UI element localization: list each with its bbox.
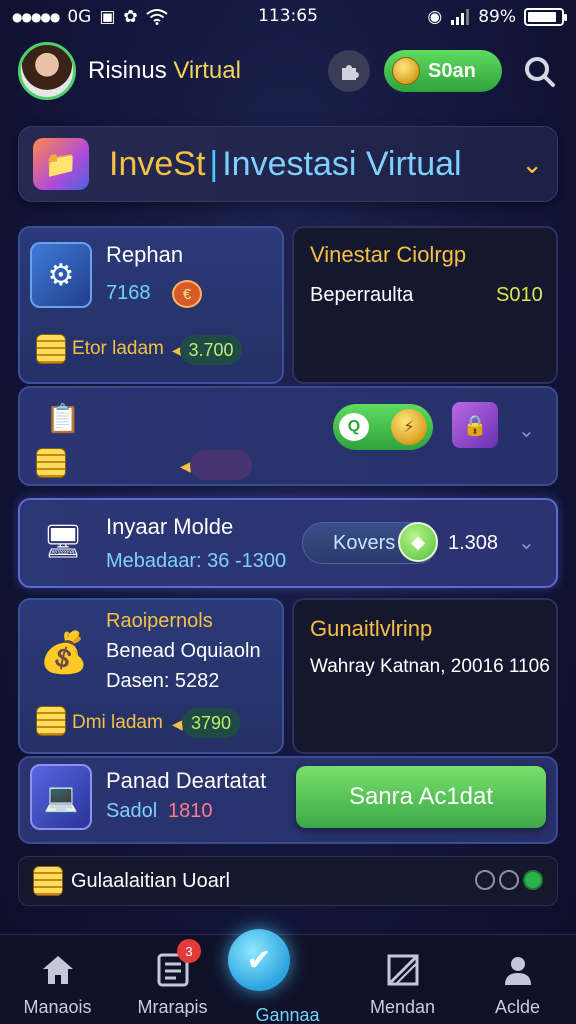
chevron-down-icon[interactable]: ⌄	[518, 418, 535, 443]
gem-icon: ◆	[398, 522, 438, 562]
coin-balance-button[interactable]: S0an	[384, 50, 502, 92]
alarm-icon: ◉	[427, 7, 443, 27]
footer-row[interactable]: Gulaalaitian Uoarl	[18, 856, 558, 906]
sim-icon: ▣	[99, 7, 116, 27]
app-icon: ✿	[123, 7, 138, 27]
puzzle-icon	[342, 65, 359, 80]
card-rephan-footer-label: Etor ladam	[72, 338, 164, 359]
card-panand-title: Panad Deartatat	[106, 768, 267, 793]
footer-status-dots	[475, 870, 543, 890]
card-rephan-footer-pill: 3.700	[180, 335, 242, 365]
card-inyaar-title: Inyaar Molde	[106, 514, 234, 539]
tab-home-label: Manaois	[23, 997, 92, 1017]
tab-profile-label: Aclde	[494, 997, 541, 1017]
avatar[interactable]	[18, 42, 76, 100]
cta-button[interactable]: Sanra Ac1dat	[296, 766, 546, 828]
chat-icon: Q	[339, 413, 369, 441]
notification-badge: 3	[177, 939, 201, 963]
card-raoipernols-line2: Dasen: 5282	[106, 670, 220, 692]
cannon-icon: ⚙	[30, 242, 92, 308]
tab-news[interactable]: 3 Mrarapis	[115, 935, 230, 1024]
app-title-accent: Virtual	[173, 57, 241, 84]
card-inyaar-subtitle: Mebadaar: 36 -1300	[106, 550, 287, 572]
app-title: Risinus Virtual	[88, 57, 241, 85]
profile-icon	[499, 951, 537, 989]
banner-title-separator: |	[209, 144, 219, 183]
app-title-prefix: Risinus	[88, 57, 174, 84]
machine-icon: 🖥	[42, 523, 84, 559]
coin-stack-icon	[36, 448, 66, 478]
check-icon[interactable]: ✔	[228, 929, 290, 991]
card-vinestar-label: Beperraulta	[310, 284, 414, 306]
banner-title: InveSt | Investasi Virtual	[109, 145, 462, 184]
coin-balance-label: S0an	[428, 59, 476, 82]
banner-title-left: InveSt	[109, 144, 206, 183]
carrier-label: 0G	[67, 7, 92, 27]
battery-percent: 89%	[478, 7, 516, 27]
tab-center[interactable]: ✔ Gannaa	[228, 929, 345, 1024]
currency-badge: €	[172, 280, 202, 308]
card-rephan-value: 7168	[106, 282, 151, 304]
shopping-bag-icon[interactable]: 🔒	[452, 402, 498, 448]
coin-stack-icon	[36, 706, 66, 736]
coin-icon	[392, 57, 420, 85]
card-raoipernols-footer-pill: 3790	[182, 708, 240, 738]
card-vinestar-title: Vinestar Ciolrgp	[310, 242, 467, 267]
tab-home[interactable]: Manaois	[0, 935, 115, 1024]
tab-profile[interactable]: Aclde	[460, 935, 575, 1024]
status-dot-active-icon	[523, 870, 543, 890]
chart-icon	[384, 951, 422, 989]
wifi-icon	[146, 9, 168, 25]
coin-stack-icon	[33, 866, 63, 896]
kovers-label: Kovers	[333, 531, 396, 554]
card-gunai-line: Wahray Katnan, 20016 1106	[310, 656, 550, 677]
card-raoipernols-title: Raoipernols	[106, 610, 213, 632]
tab-chart[interactable]: Mendan	[345, 935, 460, 1024]
tab-news-label: Mrarapis	[137, 997, 208, 1017]
status-dot-icon	[499, 870, 519, 890]
invest-banner[interactable]: 📁 InveSt | Investasi Virtual ⌄	[18, 126, 558, 202]
card-vinestar-value: S010	[496, 284, 543, 306]
card-einantetai-footer-pill	[190, 450, 252, 480]
card-panand-value: 1810	[168, 800, 213, 822]
gold-coins-icon: 💰	[39, 630, 89, 675]
invest-folder-icon: 📁	[33, 138, 89, 190]
battery-level	[528, 12, 556, 22]
chevron-down-icon[interactable]: ⌄	[521, 149, 543, 180]
search-icon	[525, 57, 555, 87]
laptop-icon: 💻	[30, 764, 92, 830]
card-inyaar-value: 1.308	[448, 532, 499, 554]
tab-chart-label: Mendan	[369, 997, 436, 1017]
battery-icon	[524, 8, 567, 26]
tablet-icon: 📋	[45, 402, 81, 434]
status-bar: ●●●●● 0G ▣ ✿ 113:65 ◉ 89%	[0, 0, 576, 34]
chat-toggle[interactable]: Q ⚡	[333, 404, 433, 450]
card-rephan-title: Rephan	[106, 242, 184, 267]
tab-center-label: Gannaa	[255, 1005, 320, 1024]
chevron-down-icon[interactable]: ⌄	[518, 530, 535, 555]
puzzle-button[interactable]	[328, 50, 370, 92]
coin-stack-icon	[36, 334, 66, 364]
bottom-tab-bar: Manaois 3 Mrarapis ✔ Gannaa Mendan Aclde	[0, 929, 576, 1024]
signal-dots-icon: ●●●●●	[12, 10, 60, 24]
card-raoipernols-line1: Benead Oquiaoln	[106, 640, 261, 662]
footer-row-label: Gulaalaitian Uoarl	[71, 870, 230, 892]
app-header: Risinus Virtual S0an	[0, 36, 576, 106]
banner-title-right: Investasi Virtual	[222, 144, 462, 183]
card-raoipernols-footer-label: Dmi ladam	[72, 712, 163, 733]
cell-signal-icon	[451, 9, 470, 25]
status-dot-icon	[475, 870, 495, 890]
card-gunai-title: Gunaitlvlrinp	[310, 616, 433, 641]
gold-coin-icon: ⚡	[391, 409, 427, 445]
card-panand-label: Sadol	[106, 800, 158, 822]
search-button[interactable]	[520, 52, 558, 90]
home-icon	[39, 951, 77, 989]
